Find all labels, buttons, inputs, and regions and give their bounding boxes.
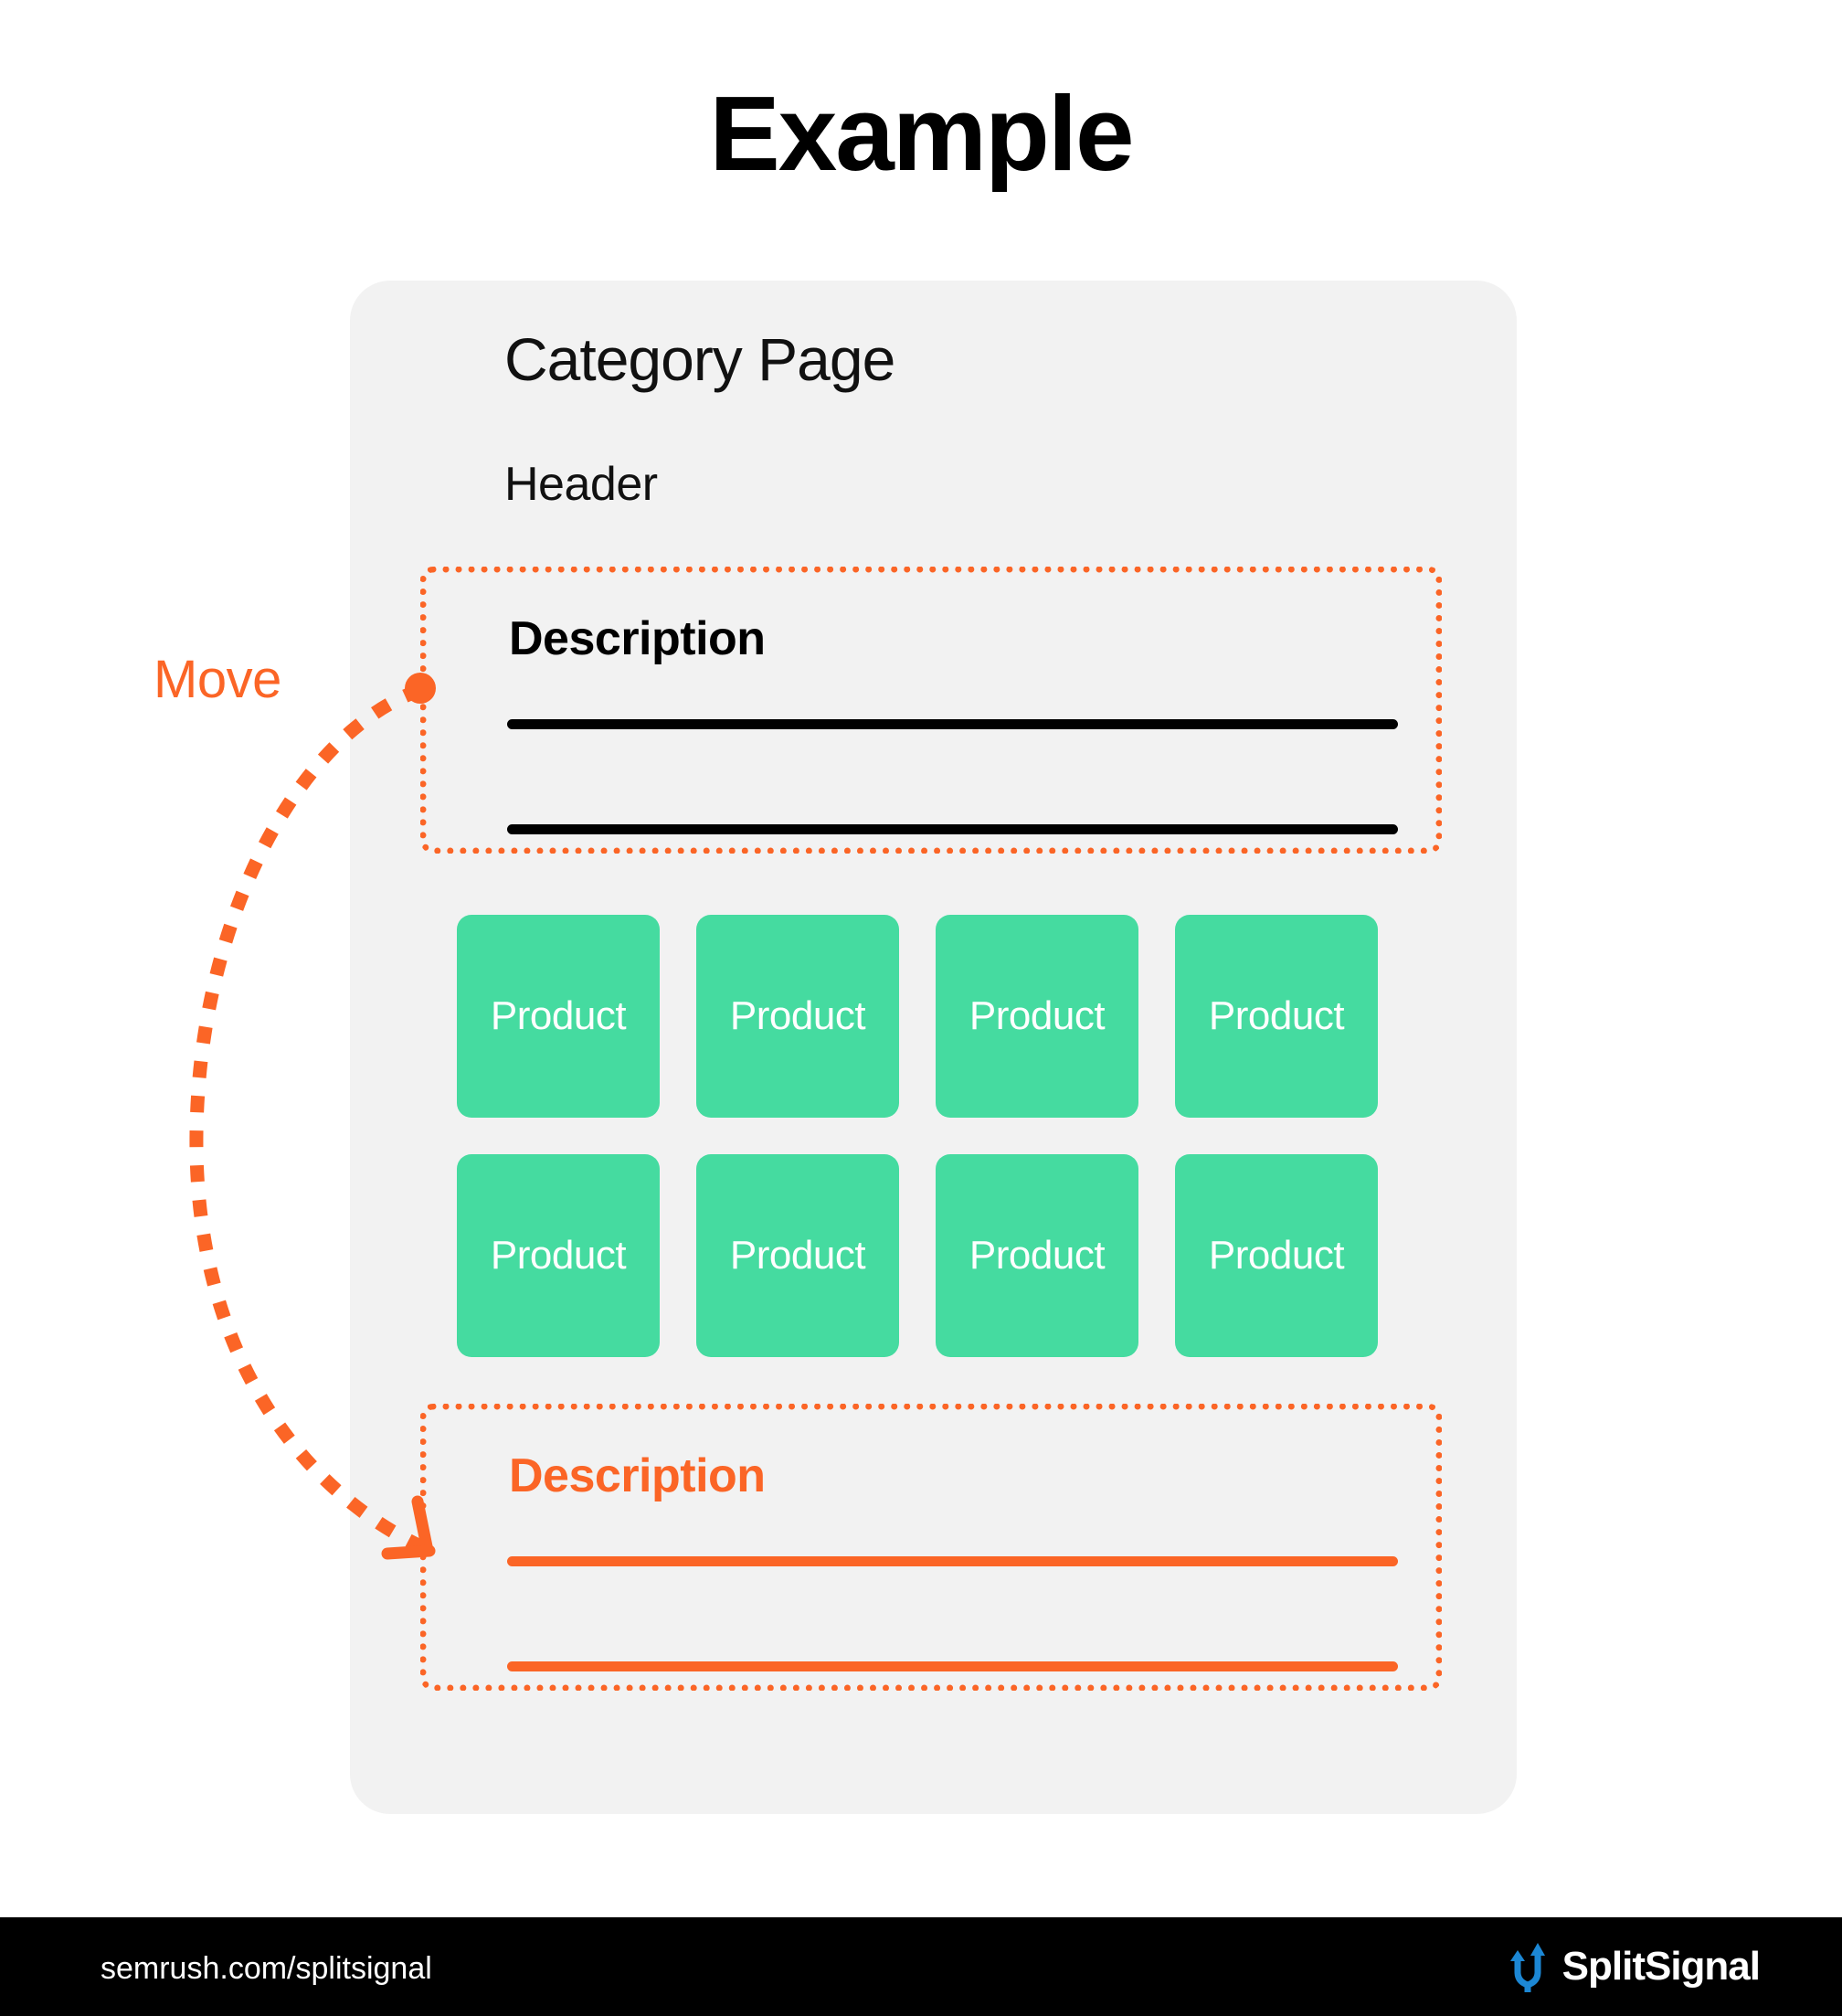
product-tile-label: Product [1208,993,1345,1038]
card-heading: Category Page [504,325,895,393]
description-block-new: Description [420,1404,1442,1691]
description-original-text-line-1 [507,719,1398,729]
product-tile-label: Product [1208,1233,1345,1278]
product-tile[interactable]: Product [1175,1154,1378,1357]
description-original-title: Description [509,612,766,665]
footer-brand: SplitSignal [1506,1941,1761,1992]
product-tile-label: Product [490,1233,627,1278]
product-tile[interactable]: Product [936,1154,1138,1357]
move-annotation-label: Move [154,650,281,709]
description-new-title: Description [509,1449,766,1502]
description-original-text-line-2 [507,824,1398,834]
product-tile-label: Product [729,1233,866,1278]
description-new-text-line-2 [507,1661,1398,1671]
product-tile[interactable]: Product [457,1154,660,1357]
description-block-original: Description [420,567,1442,854]
product-tile[interactable]: Product [696,915,899,1118]
product-tile-label: Product [969,1233,1106,1278]
footer-url-text[interactable]: semrush.com/splitsignal [101,1951,432,1987]
split-arrows-logo-icon [1509,1943,1545,1992]
footer-brand-name: SplitSignal [1561,1944,1761,1989]
product-tile[interactable]: Product [457,915,660,1118]
product-grid: Product Product Product Product Product … [457,915,1453,1357]
product-tile[interactable]: Product [1175,915,1378,1118]
product-tile[interactable]: Product [696,1154,899,1357]
product-tile-label: Product [729,993,866,1038]
card-subheading: Header [504,458,658,511]
description-new-text-line-1 [507,1556,1398,1566]
product-tile[interactable]: Product [936,915,1138,1118]
product-tile-label: Product [490,993,627,1038]
product-tile-label: Product [969,993,1106,1038]
page-title: Example [709,74,1134,193]
